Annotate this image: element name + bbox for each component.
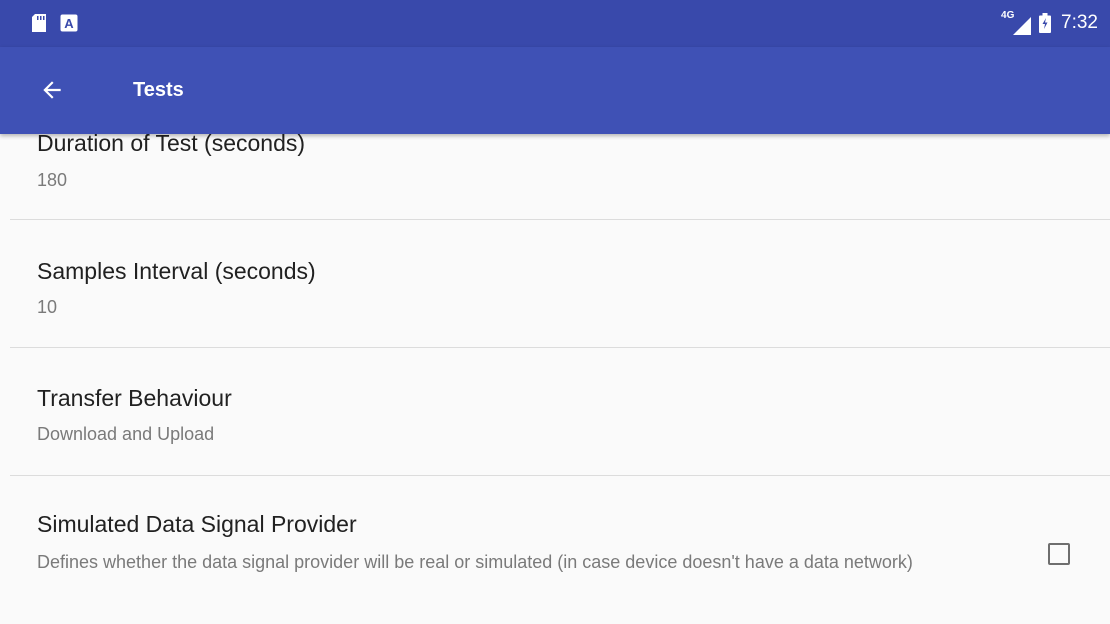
app-bar: Tests xyxy=(0,47,1110,134)
pref-title: Samples Interval (seconds) xyxy=(37,258,316,284)
pref-title: Transfer Behaviour xyxy=(37,385,232,411)
pref-summary: 180 xyxy=(37,170,68,190)
status-system-icons: 4G 7:32 xyxy=(1001,10,1098,36)
pref-title: Simulated Data Signal Provider xyxy=(37,511,357,537)
signal-icon xyxy=(1013,17,1032,35)
svg-text:A: A xyxy=(64,16,74,31)
cell-signal: 4G xyxy=(1001,11,1032,35)
status-bar: A 4G 7:32 xyxy=(0,0,1110,47)
clock: 7:32 xyxy=(1061,12,1098,33)
arrow-back-icon xyxy=(43,81,61,99)
status-notification-icons: A xyxy=(32,14,78,32)
battery-icon xyxy=(1039,13,1052,33)
simulated-provider-checkbox[interactable] xyxy=(1048,543,1070,565)
pref-summary: Download and Upload xyxy=(37,424,215,444)
a-notification-icon: A xyxy=(60,14,78,32)
pref-simulated-data-signal-provider[interactable]: Simulated Data Signal Provider Defines w… xyxy=(0,476,1110,616)
sd-card-icon xyxy=(32,14,46,32)
page-title: Tests xyxy=(133,79,184,101)
pref-samples-interval[interactable]: Samples Interval (seconds) 10 xyxy=(0,220,1110,348)
back-button[interactable] xyxy=(30,68,74,112)
tests-settings-screen: A 4G 7:32 Tests Duration of Test (second… xyxy=(0,0,1110,624)
preference-list: Duration of Test (seconds) 180 Samples I… xyxy=(0,92,1110,616)
pref-transfer-behaviour[interactable]: Transfer Behaviour Download and Upload xyxy=(0,348,1110,476)
pref-summary: Defines whether the data signal provider… xyxy=(37,552,913,572)
pref-summary: 10 xyxy=(37,297,58,317)
